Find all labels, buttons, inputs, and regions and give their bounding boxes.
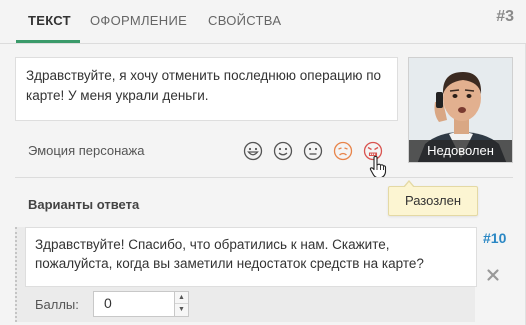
answers-section-title: Варианты ответа — [28, 197, 140, 212]
tab-properties[interactable]: Свойства — [208, 13, 281, 28]
answer-text-field[interactable]: Здравствуйте! Спасибо, что обратились к … — [25, 227, 477, 287]
remove-answer-close-icon[interactable] — [486, 268, 500, 282]
score-label: Баллы: — [35, 297, 79, 312]
slide-number: #3 — [496, 8, 514, 25]
active-tab-indicator — [16, 40, 80, 43]
stepper-down-icon[interactable]: ▼ — [175, 304, 188, 316]
character-emotion-caption: Недоволен — [409, 140, 512, 162]
tab-text[interactable]: Текст — [28, 13, 71, 28]
editor-panel: Текст Оформление Свойства #3 Здравствуйт… — [0, 0, 526, 325]
neutral-face-icon[interactable] — [303, 141, 323, 161]
section-divider — [15, 177, 513, 178]
stepper-up-icon[interactable]: ▲ — [175, 292, 188, 304]
score-stepper: ▲ ▼ — [175, 291, 189, 317]
tab-bar: Текст Оформление Свойства #3 — [0, 0, 526, 44]
emotion-label: Эмоция персонажа — [28, 143, 145, 158]
emotion-tooltip: Разозлен — [388, 180, 478, 216]
happy-face-icon[interactable] — [243, 141, 263, 161]
answer-item: Здравствуйте! Спасибо, что обратились к … — [15, 227, 477, 322]
score-input[interactable]: 0 — [93, 291, 175, 317]
character-photo[interactable]: Недоволен — [408, 57, 513, 163]
hand-pointer-cursor-icon — [368, 155, 388, 179]
smile-face-icon[interactable] — [273, 141, 293, 161]
tab-design[interactable]: Оформление — [90, 13, 187, 28]
answer-number-link[interactable]: #10 — [483, 230, 506, 246]
sad-face-icon[interactable] — [333, 141, 353, 161]
phrase-text-field[interactable]: Здравствуйте, я хочу отменить последнюю … — [15, 57, 398, 121]
